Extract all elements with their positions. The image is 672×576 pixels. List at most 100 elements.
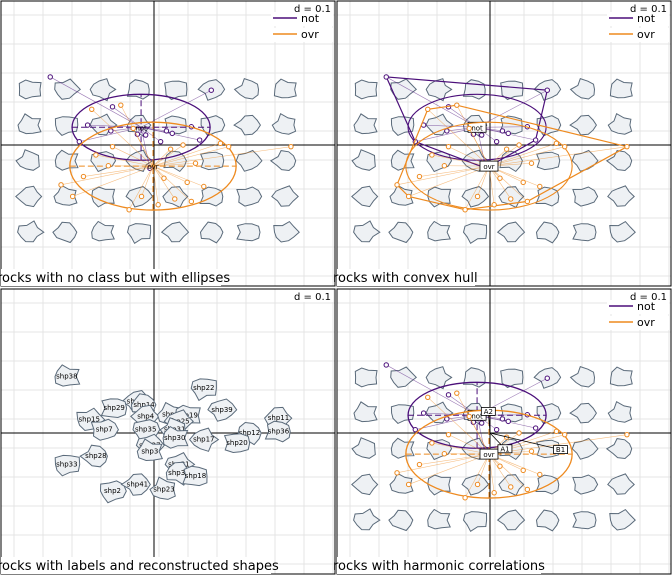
point-ovr [429, 440, 435, 446]
point-not [163, 128, 170, 134]
point-ovr [497, 175, 503, 181]
point-ovr [491, 490, 497, 496]
point-not [420, 410, 427, 416]
point-not [444, 416, 450, 422]
point-not [444, 128, 450, 134]
point-ovr [394, 182, 400, 188]
point-ovr [69, 193, 76, 200]
point-not [505, 418, 511, 425]
scale-label: d = 0.1 [294, 292, 331, 303]
rock-label: shp41 [127, 480, 148, 488]
panel-convex-hull: notovrd = 0.1notovrrocks with convex hul… [333, 0, 672, 287]
rock-label: shp3 [141, 447, 158, 455]
rock-label: shp33 [56, 461, 77, 469]
rock-label: shp39 [211, 406, 232, 414]
rock-shape [572, 223, 597, 242]
point-ovr [167, 146, 174, 152]
point-not [544, 87, 550, 93]
rock-shape [18, 79, 42, 100]
point-ovr [188, 198, 195, 205]
correlation-label: B1 [556, 446, 565, 454]
figure-canvas: not ovr d = 0.1 not ovr rocks with no class b… [0, 0, 672, 575]
point-ovr [508, 196, 514, 202]
point-ovr [172, 196, 178, 202]
rock-shape [572, 511, 597, 530]
point-ovr [180, 142, 186, 148]
point-ovr [445, 143, 452, 150]
point-ovr [416, 173, 423, 180]
panel-harmonic-correlations: notovrA2A1 B1d = 0.1notovrrocks with harm… [333, 288, 672, 575]
legend-label-not: not [637, 300, 656, 313]
point-ovr [537, 471, 543, 478]
panel-caption: rocks with no class but with ellipses [0, 271, 230, 286]
point-ovr [454, 390, 460, 396]
panel-ellipses: notovrd = 0.1notovrrocks with no class b… [0, 0, 336, 287]
point-ovr [126, 207, 132, 213]
point-ovr [58, 182, 64, 188]
point-ovr [192, 160, 199, 166]
rock-label: shp11 [268, 414, 289, 422]
point-ovr [93, 152, 99, 158]
legend-label-ovr: ovr [637, 316, 655, 329]
point-ovr [503, 146, 510, 152]
point-ovr [405, 193, 412, 200]
class-label-ovr: ovr [147, 163, 158, 171]
point-ovr [466, 413, 472, 420]
point-ovr [161, 175, 167, 181]
point-ovr [226, 143, 232, 150]
point-ovr [553, 140, 560, 147]
rock-shape [199, 186, 224, 207]
rock-label: shp2 [104, 487, 121, 495]
point-ovr [524, 198, 531, 205]
point-ovr [109, 143, 116, 150]
point-ovr [516, 142, 522, 148]
class-label-not: not [135, 124, 147, 132]
point-ovr [516, 430, 522, 436]
rock-shape [462, 79, 486, 100]
panel-caption: rocks with harmonic correlations [333, 559, 545, 574]
rock-label: shp38 [56, 373, 77, 381]
point-ovr [624, 431, 630, 438]
legend-label-not: not [637, 12, 656, 25]
point-ovr [491, 202, 497, 208]
point-ovr [425, 106, 431, 113]
rock-label: shp17 [193, 436, 214, 444]
point-not [383, 74, 389, 80]
point-ovr [562, 431, 568, 438]
point-ovr [466, 125, 472, 132]
point-ovr [624, 143, 630, 150]
point-ovr [508, 484, 514, 490]
rock-label: shp35 [135, 426, 156, 434]
point-not [499, 128, 506, 134]
point-ovr [80, 173, 87, 180]
point-ovr [184, 179, 190, 186]
point-not [499, 416, 506, 422]
point-not [532, 137, 539, 143]
rock-shape [462, 367, 486, 388]
point-ovr [454, 102, 460, 108]
point-not [109, 104, 116, 110]
point-ovr [441, 163, 448, 169]
rock-shape [126, 79, 150, 100]
point-not [108, 128, 114, 134]
point-ovr [405, 481, 412, 488]
point-not [479, 420, 485, 426]
point-ovr [553, 428, 560, 435]
point-ovr [416, 461, 423, 468]
legend-label-ovr: ovr [301, 28, 319, 41]
legend-label-not: not [301, 12, 320, 25]
point-ovr [520, 179, 526, 186]
panel-caption: rocks with convex hull [333, 271, 478, 286]
rock-label: shp7 [96, 426, 113, 434]
class-label-not: not [471, 124, 483, 132]
rock-label: shp36 [268, 427, 290, 435]
rock-shape [236, 223, 261, 242]
point-not [493, 138, 500, 145]
rock-label: shp30 [164, 434, 185, 442]
rock-shape [535, 474, 560, 495]
point-ovr [288, 143, 294, 150]
point-not [544, 375, 550, 381]
point-ovr [130, 125, 136, 132]
point-not [143, 132, 149, 138]
point-not [532, 425, 539, 431]
